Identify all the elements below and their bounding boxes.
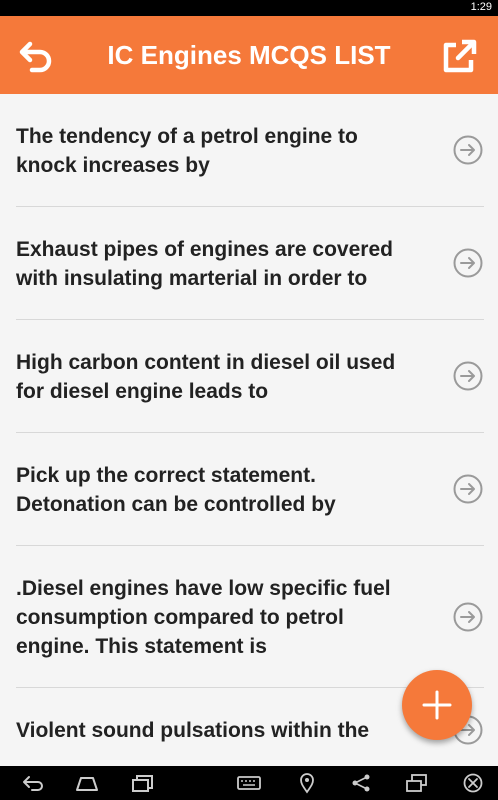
location-icon[interactable]: [294, 772, 320, 794]
circle-arrow-right-icon: [453, 248, 483, 278]
back-nav-icon[interactable]: [20, 772, 46, 794]
close-icon[interactable]: [460, 772, 486, 794]
question-text: Exhaust pipes of engines are covered wit…: [16, 238, 393, 290]
question-list[interactable]: The tendency of a petrol engine to knock…: [0, 94, 498, 766]
home-nav-icon[interactable]: [74, 772, 100, 794]
list-item[interactable]: Pick up the correct statement. Detonatio…: [16, 433, 484, 546]
recent-apps-icon[interactable]: [130, 772, 156, 794]
question-text: Violent sound pulsations within the: [16, 719, 370, 742]
share-nav-icon[interactable]: [348, 772, 374, 794]
page-title: IC Engines MCQS LIST: [107, 40, 391, 70]
add-button[interactable]: [402, 670, 472, 740]
status-time: 1:29: [470, 1, 492, 13]
question-text: The tendency of a petrol engine to knock…: [16, 125, 358, 177]
app-bar: IC Engines MCQS LIST: [0, 16, 498, 94]
list-item[interactable]: The tendency of a petrol engine to knock…: [16, 94, 484, 207]
question-text: .Diesel engines have low specific fuel c…: [16, 577, 391, 658]
circle-arrow-right-icon: [453, 602, 483, 631]
external-link-icon: [443, 39, 477, 73]
question-text: Pick up the correct statement. Detonatio…: [16, 464, 336, 516]
list-item[interactable]: High carbon content in diesel oil used f…: [16, 320, 484, 433]
system-nav-bar: [0, 766, 498, 800]
circle-arrow-right-icon: [453, 135, 483, 165]
status-bar: 1:29: [0, 0, 498, 16]
plus-icon: [422, 690, 452, 720]
window-icon[interactable]: [404, 772, 430, 794]
circle-arrow-right-icon: [453, 361, 483, 391]
list-item[interactable]: Exhaust pipes of engines are covered wit…: [16, 207, 484, 320]
list-item[interactable]: .Diesel engines have low specific fuel c…: [16, 546, 484, 688]
question-text: High carbon content in diesel oil used f…: [16, 351, 396, 403]
keyboard-icon[interactable]: [236, 772, 262, 794]
circle-arrow-right-icon: [453, 474, 483, 504]
share-button[interactable]: [440, 36, 480, 76]
